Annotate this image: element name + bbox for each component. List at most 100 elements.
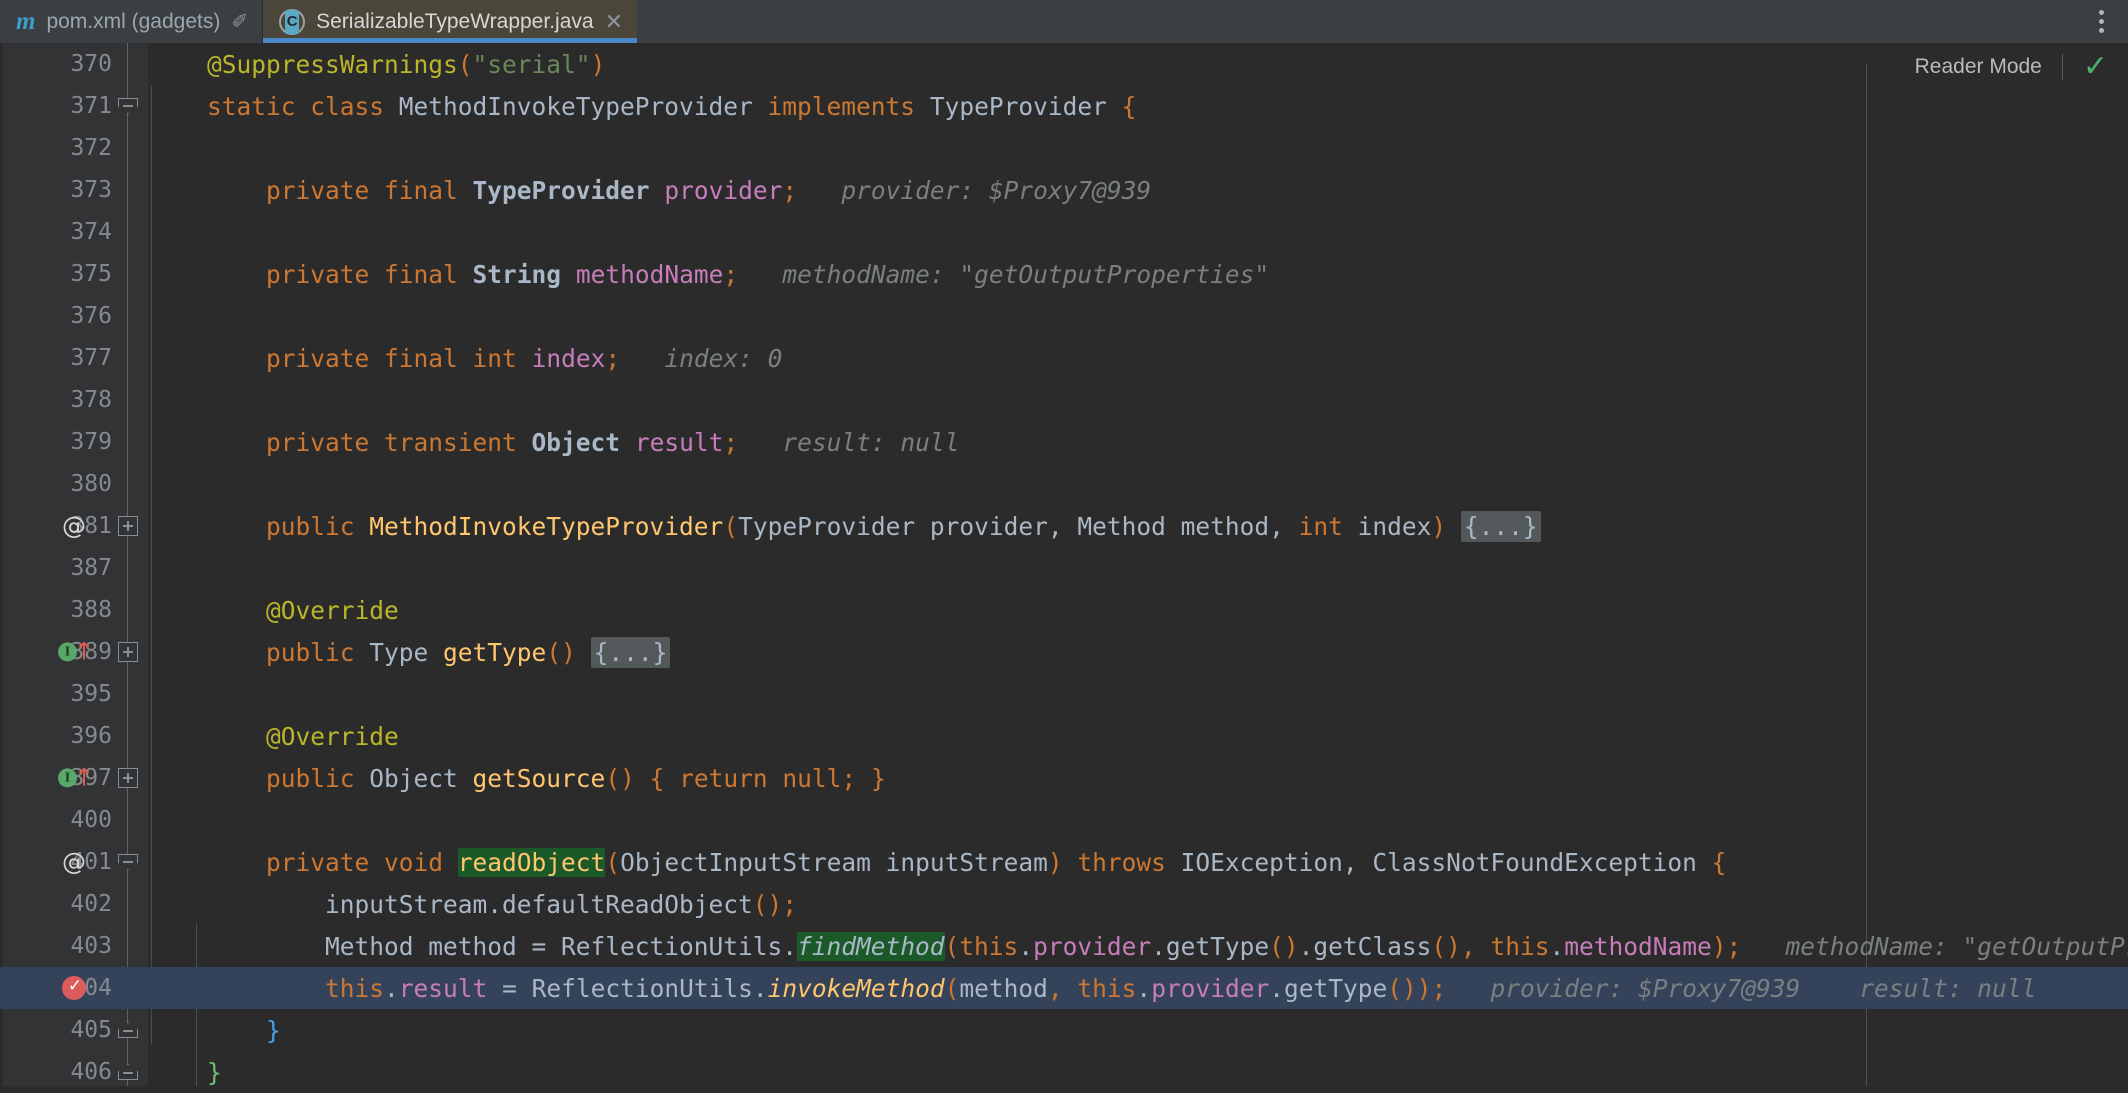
annotation-marker-icon[interactable]: @ <box>62 514 86 538</box>
code-line[interactable] <box>148 547 2128 589</box>
gutter-row[interactable]: 389 I ↑ <box>0 631 148 673</box>
tab-pom-xml[interactable]: m pom.xml (gadgets) ✐ <box>0 0 262 43</box>
gutter-row[interactable]: 388 <box>0 589 148 631</box>
gutter-row[interactable]: 401 @ <box>0 841 148 883</box>
code-line-text: inputStream.defaultReadObject(); <box>148 889 798 919</box>
pin-icon[interactable]: ✐ <box>231 12 248 32</box>
code-line[interactable]: this.result = ReflectionUtils.invokeMeth… <box>148 967 2128 1009</box>
code-line[interactable]: public MethodInvokeTypeProvider(TypeProv… <box>148 505 2128 547</box>
implementing-method-icon[interactable]: I ↑ <box>58 639 94 664</box>
code-line-text: private transient Object result; result:… <box>266 427 960 457</box>
code-line[interactable]: @Override <box>148 589 2128 631</box>
code-editor[interactable]: Reader Mode ✓ 370 371 372 373 374 375 376 377 37… <box>0 43 2128 1086</box>
line-number: 396 <box>70 723 112 749</box>
reader-mode-toggle[interactable]: Reader Mode ✓ <box>1915 52 2128 82</box>
tab-serializabletypewrapper-java[interactable]: C SerializableTypeWrapper.java ✕ <box>263 0 637 43</box>
code-line-text: @SuppressWarnings("serial") <box>207 49 606 79</box>
line-number: 373 <box>70 177 112 203</box>
fold-expand-icon[interactable] <box>118 642 138 662</box>
code-line-text: } <box>207 1057 222 1087</box>
code-line[interactable]: private final TypeProvider provider; pro… <box>148 169 2128 211</box>
gutter-row[interactable]: 372 <box>0 127 148 169</box>
code-line[interactable] <box>148 211 2128 253</box>
code-line[interactable]: @Override <box>148 715 2128 757</box>
line-number: 378 <box>70 387 112 413</box>
code-line[interactable] <box>148 379 2128 421</box>
line-number: 397 <box>70 765 112 791</box>
gutter-row[interactable]: 400 <box>0 799 148 841</box>
code-line[interactable]: Method method = ReflectionUtils.findMeth… <box>148 925 2128 967</box>
fold-expand-icon[interactable] <box>118 768 138 788</box>
gutter-row[interactable]: 387 <box>0 547 148 589</box>
code-line-text: this.result = ReflectionUtils.invokeMeth… <box>325 973 2037 1003</box>
line-number: 400 <box>70 807 112 833</box>
code-line[interactable] <box>148 127 2128 169</box>
more-options-icon[interactable] <box>2088 0 2114 43</box>
gutter-row[interactable]: 380 <box>0 463 148 505</box>
gutter-row[interactable]: 377 <box>0 337 148 379</box>
gutter-row[interactable]: 376 <box>0 295 148 337</box>
close-icon[interactable]: ✕ <box>605 10 623 33</box>
code-line[interactable] <box>148 799 2128 841</box>
code-line[interactable]: public Type getType() {...} <box>148 631 2128 673</box>
line-number: 395 <box>70 681 112 707</box>
fold-expand-icon[interactable] <box>118 516 138 536</box>
line-number: 381 <box>70 513 112 539</box>
editor-gutter[interactable]: 370 371 372 373 374 375 376 377 378 379 380 381 @387… <box>0 43 148 1086</box>
code-line[interactable]: private void readObject(ObjectInputStrea… <box>148 841 2128 883</box>
code-line[interactable] <box>148 673 2128 715</box>
code-line-text: @Override <box>266 721 399 751</box>
gutter-row[interactable]: 405 <box>0 1009 148 1051</box>
code-line-text: } <box>266 1015 281 1045</box>
gutter-row[interactable]: 374 <box>0 211 148 253</box>
line-number: 401 <box>70 849 112 875</box>
maven-icon: m <box>16 8 36 35</box>
fold-collapse-icon[interactable] <box>118 1022 138 1038</box>
code-line-text: private final TypeProvider provider; pro… <box>266 175 1152 205</box>
fold-collapse-icon[interactable] <box>118 854 138 870</box>
checkmark-icon[interactable]: ✓ <box>2083 52 2108 82</box>
breakpoint-verified-icon[interactable] <box>62 976 86 1000</box>
gutter-row[interactable]: 402 <box>0 883 148 925</box>
gutter-row[interactable]: 370 <box>0 43 148 85</box>
implementing-method-icon[interactable]: I ↑ <box>58 765 94 790</box>
fold-collapse-icon[interactable] <box>118 1064 138 1080</box>
gutter-row[interactable]: 373 <box>0 169 148 211</box>
line-number: 370 <box>70 51 112 77</box>
line-number: 374 <box>70 219 112 245</box>
gutter-row[interactable]: 375 <box>0 253 148 295</box>
gutter-row[interactable]: 371 <box>0 85 148 127</box>
code-line-text: Method method = ReflectionUtils.findMeth… <box>148 931 2128 961</box>
gutter-row[interactable]: 379 <box>0 421 148 463</box>
gutter-row[interactable]: 403 <box>0 925 148 967</box>
code-line[interactable]: public Object getSource() { return null;… <box>148 757 2128 799</box>
line-number: 402 <box>70 891 112 917</box>
gutter-row[interactable]: 396 <box>0 715 148 757</box>
code-line-text: public MethodInvokeTypeProvider(TypeProv… <box>148 510 1541 542</box>
code-line[interactable]: } <box>148 1051 2128 1087</box>
gutter-row[interactable]: 406 <box>0 1051 148 1093</box>
code-line[interactable]: private transient Object result; result:… <box>148 421 2128 463</box>
code-content[interactable]: @SuppressWarnings("serial") static class… <box>148 43 2128 1086</box>
annotation-marker-icon[interactable]: @ <box>62 850 86 874</box>
code-line[interactable]: @SuppressWarnings("serial") <box>148 43 2128 85</box>
gutter-row[interactable]: 395 <box>0 673 148 715</box>
gutter-row[interactable]: 381 @ <box>0 505 148 547</box>
line-number: 389 <box>70 639 112 665</box>
tab-label: SerializableTypeWrapper.java <box>316 9 594 33</box>
code-line[interactable]: private final String methodName; methodN… <box>148 253 2128 295</box>
code-line[interactable]: } <box>148 1009 2128 1051</box>
code-line[interactable] <box>148 463 2128 505</box>
gutter-row[interactable]: 397 I ↑ <box>0 757 148 799</box>
line-number: 404 <box>70 975 112 1001</box>
code-line[interactable] <box>148 295 2128 337</box>
java-class-icon: C <box>279 8 306 35</box>
fold-collapse-icon[interactable] <box>118 98 138 114</box>
code-line[interactable]: inputStream.defaultReadObject(); <box>148 883 2128 925</box>
code-line-text: public Object getSource() { return null;… <box>266 763 886 793</box>
divider <box>2061 54 2063 80</box>
code-line[interactable]: static class MethodInvokeTypeProvider im… <box>148 85 2128 127</box>
code-line[interactable]: private final int index; index: 0 <box>148 337 2128 379</box>
gutter-row[interactable]: 404 <box>0 967 148 1009</box>
gutter-row[interactable]: 378 <box>0 379 148 421</box>
